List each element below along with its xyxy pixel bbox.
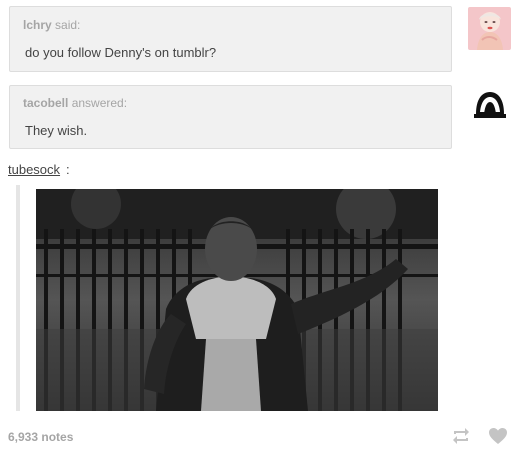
reblog-icon xyxy=(453,428,469,444)
question-bubble: lchry said: do you follow Denny's on tum… xyxy=(9,6,452,72)
answerer-avatar[interactable] xyxy=(468,84,511,127)
bell-logo-icon xyxy=(468,84,511,127)
answer-header-line: tacobell answered: xyxy=(23,96,127,110)
like-button[interactable] xyxy=(488,427,508,445)
gif-scene xyxy=(36,189,438,411)
heart-icon xyxy=(489,428,507,444)
asker-suffix: said: xyxy=(55,18,81,32)
reblogger-username[interactable]: tubesock xyxy=(8,162,60,177)
reblog-gif-image[interactable] xyxy=(36,189,438,411)
reblog-button[interactable] xyxy=(451,427,471,445)
question-text: do you follow Denny's on tumblr? xyxy=(25,45,217,60)
asker-avatar-image xyxy=(468,7,511,50)
reblogger-colon: : xyxy=(66,162,70,177)
answerer-suffix: answered: xyxy=(71,96,128,110)
answer-text: They wish. xyxy=(25,123,88,138)
answer-bubble: tacobell answered: They wish. xyxy=(9,85,452,149)
notes-count[interactable]: 6,933 notes xyxy=(8,430,73,444)
asker-username[interactable]: lchry xyxy=(23,18,52,32)
asker-avatar[interactable] xyxy=(468,7,511,50)
answerer-username[interactable]: tacobell xyxy=(23,96,68,110)
reblog-quote-bar xyxy=(16,185,20,411)
question-asker-line: lchry said: xyxy=(23,18,80,32)
